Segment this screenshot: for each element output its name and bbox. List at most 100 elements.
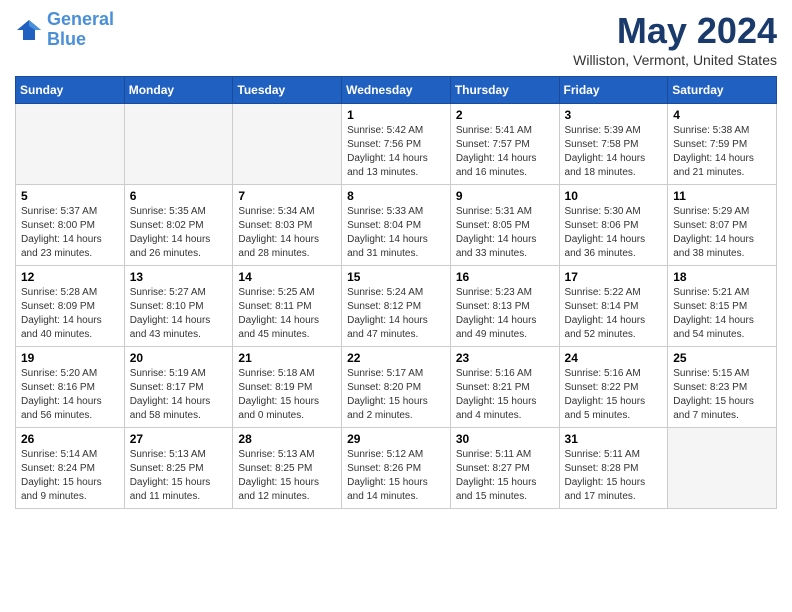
calendar-cell: 17Sunrise: 5:22 AM Sunset: 8:14 PM Dayli…	[559, 266, 668, 347]
calendar-cell: 14Sunrise: 5:25 AM Sunset: 8:11 PM Dayli…	[233, 266, 342, 347]
calendar-cell: 28 Sunrise: 5:13 AM Sunset: 8:25 PM Dayli…	[233, 428, 342, 509]
day-info: Sunrise: 5:33 AM Sunset: 8:04 PM Dayligh…	[347, 205, 445, 261]
weekday-header-row: SundayMondayTuesdayWednesdayThursdayFrid…	[16, 77, 777, 104]
day-info: Sunrise: 5:31 AM Sunset: 8:05 PM Dayligh…	[456, 205, 554, 261]
day-number: 9	[456, 189, 554, 203]
day-info: Sunrise: 5:28 AM Sunset: 8:09 PM Dayligh…	[21, 286, 119, 342]
calendar-cell	[233, 104, 342, 185]
week-row: 12 Sunrise: 5:28 AM Sunset: 8:09 PM Dayli…	[16, 266, 777, 347]
calendar-cell: 3 Sunrise: 5:39 AM Sunset: 7:58 PM Daylig…	[559, 104, 668, 185]
calendar-cell: 27 Sunrise: 5:13 AM Sunset: 8:25 PM Dayli…	[124, 428, 233, 509]
day-info: Sunrise: 5:35 AM Sunset: 8:02 PM Dayligh…	[130, 205, 228, 261]
weekday-header: Thursday	[450, 77, 559, 104]
calendar-cell: 10 Sunrise: 5:30 AM Sunset: 8:06 PM Dayli…	[559, 185, 668, 266]
day-number: 4	[673, 108, 771, 122]
day-info: Sunrise: 5:22 AM Sunset: 8:14 PM Dayligh…	[565, 286, 663, 342]
header: General Blue May 2024 Williston, Vermont…	[15, 10, 777, 68]
logo-text: General Blue	[47, 10, 114, 50]
day-info: Sunrise: 5:41 AM Sunset: 7:57 PM Dayligh…	[456, 124, 554, 180]
calendar-cell: 11 Sunrise: 5:29 AM Sunset: 8:07 PM Dayli…	[668, 185, 777, 266]
calendar-cell: 12 Sunrise: 5:28 AM Sunset: 8:09 PM Dayli…	[16, 266, 125, 347]
calendar-cell: 16Sunrise: 5:23 AM Sunset: 8:13 PM Dayli…	[450, 266, 559, 347]
day-info: Sunrise: 5:16 AM Sunset: 8:22 PM Dayligh…	[565, 367, 663, 423]
day-info: Sunrise: 5:30 AM Sunset: 8:06 PM Dayligh…	[565, 205, 663, 261]
day-number: 20	[130, 351, 228, 365]
day-info: Sunrise: 5:15 AM Sunset: 8:23 PM Dayligh…	[673, 367, 771, 423]
calendar-cell: 15 Sunrise: 5:24 AM Sunset: 8:12 PM Dayli…	[342, 266, 451, 347]
day-number: 25	[673, 351, 771, 365]
day-info: Sunrise: 5:24 AM Sunset: 8:12 PM Dayligh…	[347, 286, 445, 342]
title-area: May 2024 Williston, Vermont, United Stat…	[573, 10, 777, 68]
day-number: 24	[565, 351, 663, 365]
calendar-cell	[668, 428, 777, 509]
day-info: Sunrise: 5:12 AM Sunset: 8:26 PM Dayligh…	[347, 448, 445, 504]
calendar-cell: 30 Sunrise: 5:11 AM Sunset: 8:27 PM Dayli…	[450, 428, 559, 509]
day-info: Sunrise: 5:37 AM Sunset: 8:00 PM Dayligh…	[21, 205, 119, 261]
weekday-header: Sunday	[16, 77, 125, 104]
day-number: 31	[565, 432, 663, 446]
day-number: 11	[673, 189, 771, 203]
week-row: 26Sunrise: 5:14 AM Sunset: 8:24 PM Dayli…	[16, 428, 777, 509]
weekday-header: Wednesday	[342, 77, 451, 104]
calendar-cell: 25 Sunrise: 5:15 AM Sunset: 8:23 PM Dayli…	[668, 347, 777, 428]
logo-icon	[15, 16, 43, 44]
day-info: Sunrise: 5:20 AM Sunset: 8:16 PM Dayligh…	[21, 367, 119, 423]
day-number: 28	[238, 432, 336, 446]
day-number: 26	[21, 432, 119, 446]
calendar-cell: 7 Sunrise: 5:34 AM Sunset: 8:03 PM Daylig…	[233, 185, 342, 266]
day-info: Sunrise: 5:38 AM Sunset: 7:59 PM Dayligh…	[673, 124, 771, 180]
day-info: Sunrise: 5:13 AM Sunset: 8:25 PM Dayligh…	[238, 448, 336, 504]
calendar-cell: 2 Sunrise: 5:41 AM Sunset: 7:57 PM Daylig…	[450, 104, 559, 185]
week-row: 5 Sunrise: 5:37 AM Sunset: 8:00 PM Daylig…	[16, 185, 777, 266]
day-info: Sunrise: 5:16 AM Sunset: 8:21 PM Dayligh…	[456, 367, 554, 423]
day-info: Sunrise: 5:29 AM Sunset: 8:07 PM Dayligh…	[673, 205, 771, 261]
day-number: 29	[347, 432, 445, 446]
calendar-cell	[124, 104, 233, 185]
location: Williston, Vermont, United States	[573, 52, 777, 68]
day-number: 27	[130, 432, 228, 446]
day-number: 16	[456, 270, 554, 284]
calendar-cell: 6 Sunrise: 5:35 AM Sunset: 8:02 PM Daylig…	[124, 185, 233, 266]
day-number: 30	[456, 432, 554, 446]
logo: General Blue	[15, 10, 114, 50]
day-info: Sunrise: 5:27 AM Sunset: 8:10 PM Dayligh…	[130, 286, 228, 342]
calendar-cell: 31 Sunrise: 5:11 AM Sunset: 8:28 PM Dayli…	[559, 428, 668, 509]
day-number: 10	[565, 189, 663, 203]
weekday-header: Friday	[559, 77, 668, 104]
day-number: 21	[238, 351, 336, 365]
day-number: 12	[21, 270, 119, 284]
calendar-cell: 24 Sunrise: 5:16 AM Sunset: 8:22 PM Dayli…	[559, 347, 668, 428]
day-info: Sunrise: 5:13 AM Sunset: 8:25 PM Dayligh…	[130, 448, 228, 504]
day-info: Sunrise: 5:11 AM Sunset: 8:27 PM Dayligh…	[456, 448, 554, 504]
calendar-cell: 1 Sunrise: 5:42 AM Sunset: 7:56 PM Daylig…	[342, 104, 451, 185]
day-number: 5	[21, 189, 119, 203]
day-info: Sunrise: 5:39 AM Sunset: 7:58 PM Dayligh…	[565, 124, 663, 180]
day-info: Sunrise: 5:21 AM Sunset: 8:15 PM Dayligh…	[673, 286, 771, 342]
calendar-cell: 19 Sunrise: 5:20 AM Sunset: 8:16 PM Dayli…	[16, 347, 125, 428]
calendar-cell: 18 Sunrise: 5:21 AM Sunset: 8:15 PM Dayli…	[668, 266, 777, 347]
calendar-cell: 4 Sunrise: 5:38 AM Sunset: 7:59 PM Daylig…	[668, 104, 777, 185]
calendar-cell: 22Sunrise: 5:17 AM Sunset: 8:20 PM Dayli…	[342, 347, 451, 428]
day-number: 8	[347, 189, 445, 203]
day-number: 22	[347, 351, 445, 365]
calendar: SundayMondayTuesdayWednesdayThursdayFrid…	[15, 76, 777, 509]
day-info: Sunrise: 5:34 AM Sunset: 8:03 PM Dayligh…	[238, 205, 336, 261]
day-number: 3	[565, 108, 663, 122]
calendar-cell: 5 Sunrise: 5:37 AM Sunset: 8:00 PM Daylig…	[16, 185, 125, 266]
day-info: Sunrise: 5:42 AM Sunset: 7:56 PM Dayligh…	[347, 124, 445, 180]
calendar-cell: 26Sunrise: 5:14 AM Sunset: 8:24 PM Dayli…	[16, 428, 125, 509]
weekday-header: Tuesday	[233, 77, 342, 104]
day-number: 2	[456, 108, 554, 122]
day-number: 19	[21, 351, 119, 365]
weekday-header: Saturday	[668, 77, 777, 104]
day-info: Sunrise: 5:11 AM Sunset: 8:28 PM Dayligh…	[565, 448, 663, 504]
day-number: 18	[673, 270, 771, 284]
calendar-cell: 21Sunrise: 5:18 AM Sunset: 8:19 PM Dayli…	[233, 347, 342, 428]
calendar-cell: 20Sunrise: 5:19 AM Sunset: 8:17 PM Dayli…	[124, 347, 233, 428]
calendar-cell: 29 Sunrise: 5:12 AM Sunset: 8:26 PM Dayli…	[342, 428, 451, 509]
day-number: 7	[238, 189, 336, 203]
calendar-cell	[16, 104, 125, 185]
day-number: 1	[347, 108, 445, 122]
day-number: 15	[347, 270, 445, 284]
day-number: 6	[130, 189, 228, 203]
